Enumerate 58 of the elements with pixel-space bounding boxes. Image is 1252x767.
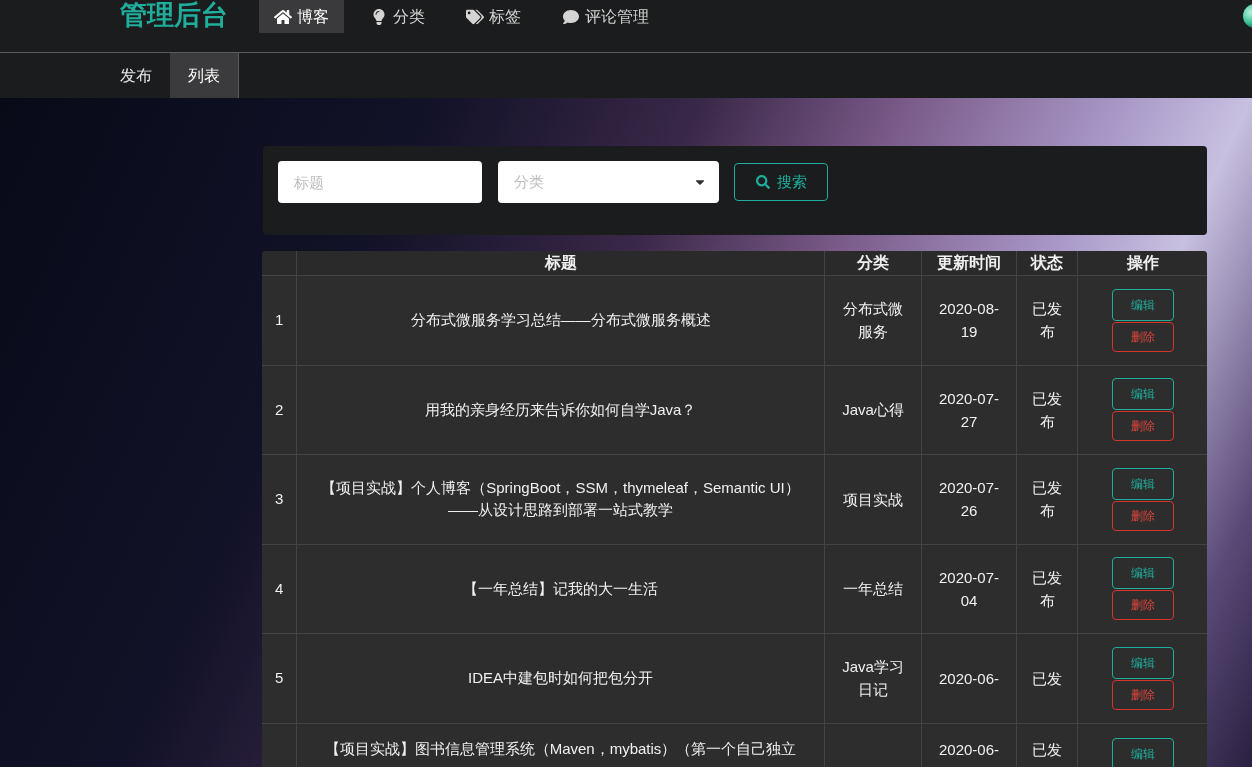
nav-item[interactable]: 评论管理: [547, 0, 664, 33]
nav-item[interactable]: 博客: [259, 0, 344, 33]
status-label: 已发布: [1031, 299, 1063, 343]
column-header: 标题: [544, 253, 577, 273]
edit-button[interactable]: 编辑: [1111, 378, 1174, 411]
category-name: Java学习日记: [842, 657, 904, 701]
sub-nav-item[interactable]: 发布: [102, 53, 170, 98]
category-name: 项目实战: [842, 489, 904, 510]
tags-icon: [466, 8, 484, 25]
update-date: 2020-07-27: [937, 388, 1000, 432]
row-number: 4: [275, 578, 284, 599]
row-number: 2: [275, 399, 284, 420]
delete-button[interactable]: 删除: [1111, 411, 1174, 442]
column-header: 更新时间: [937, 253, 1001, 273]
edit-button[interactable]: 编辑: [1111, 288, 1174, 321]
edit-button[interactable]: 编辑: [1111, 737, 1174, 767]
post-title: IDEA中建包时如何把包分开: [468, 668, 653, 689]
delete-button[interactable]: 删除: [1111, 590, 1174, 621]
post-title: 用我的亲身经历来告诉你如何自学Java？: [424, 399, 697, 420]
delete-button[interactable]: 删除: [1111, 500, 1174, 531]
edit-button[interactable]: 编辑: [1111, 557, 1174, 590]
title-input[interactable]: 标题: [278, 161, 482, 203]
category-name: Java心得: [842, 400, 904, 421]
update-date: 2020-06-: [937, 668, 1000, 689]
status-label: 已发: [1031, 739, 1063, 760]
column-header: 操作: [1126, 253, 1159, 273]
delete-button[interactable]: 删除: [1111, 679, 1174, 710]
sub-nav-item[interactable]: 列表: [170, 53, 239, 98]
status-label: 已发布: [1031, 388, 1063, 432]
avatar-icon: [1243, 4, 1252, 28]
logo-text[interactable]: 管理后台: [120, 0, 228, 30]
delete-button[interactable]: 删除: [1111, 321, 1174, 352]
edit-button[interactable]: 编辑: [1111, 467, 1174, 500]
post-title: 【一年总结】记我的大一生活: [463, 578, 658, 599]
post-title: 【项目实战】个人博客（SpringBoot，SSM，thymeleaf，Semantic UI）——从设计思路到部署一站式教学: [320, 478, 801, 521]
search-button[interactable]: 搜索: [734, 163, 828, 201]
update-date: 2020-08-19: [937, 299, 1000, 343]
column-header: 状态: [1031, 253, 1063, 273]
home-icon: [274, 8, 292, 25]
row-number: 3: [275, 489, 284, 509]
status-label: 已发布: [1031, 478, 1063, 522]
edit-button[interactable]: 编辑: [1111, 646, 1174, 679]
nav-item[interactable]: 标签: [451, 0, 536, 33]
status-label: 已发: [1031, 668, 1063, 689]
row-number: 1: [275, 310, 284, 330]
category-name: 一年总结: [842, 579, 904, 600]
status-label: 已发布: [1031, 567, 1063, 611]
category-name: 分布式微服务: [842, 299, 904, 343]
update-date: 2020-07-26: [937, 478, 1000, 522]
post-title: 分布式微服务学习总结——分布式微服务概述: [410, 310, 711, 331]
column-header: 分类: [857, 253, 889, 273]
nav-item[interactable]: 分类: [355, 0, 440, 33]
post-title: 【项目实战】图书信息管理系统（Maven，mybatis）（第一个自己独立: [324, 738, 797, 759]
speech-bubble-icon: [562, 8, 580, 25]
update-date: 2020-07-04: [937, 567, 1000, 611]
update-date: 2020-06-: [937, 739, 1000, 760]
row-number: 5: [275, 668, 284, 688]
search-icon: [755, 175, 770, 189]
